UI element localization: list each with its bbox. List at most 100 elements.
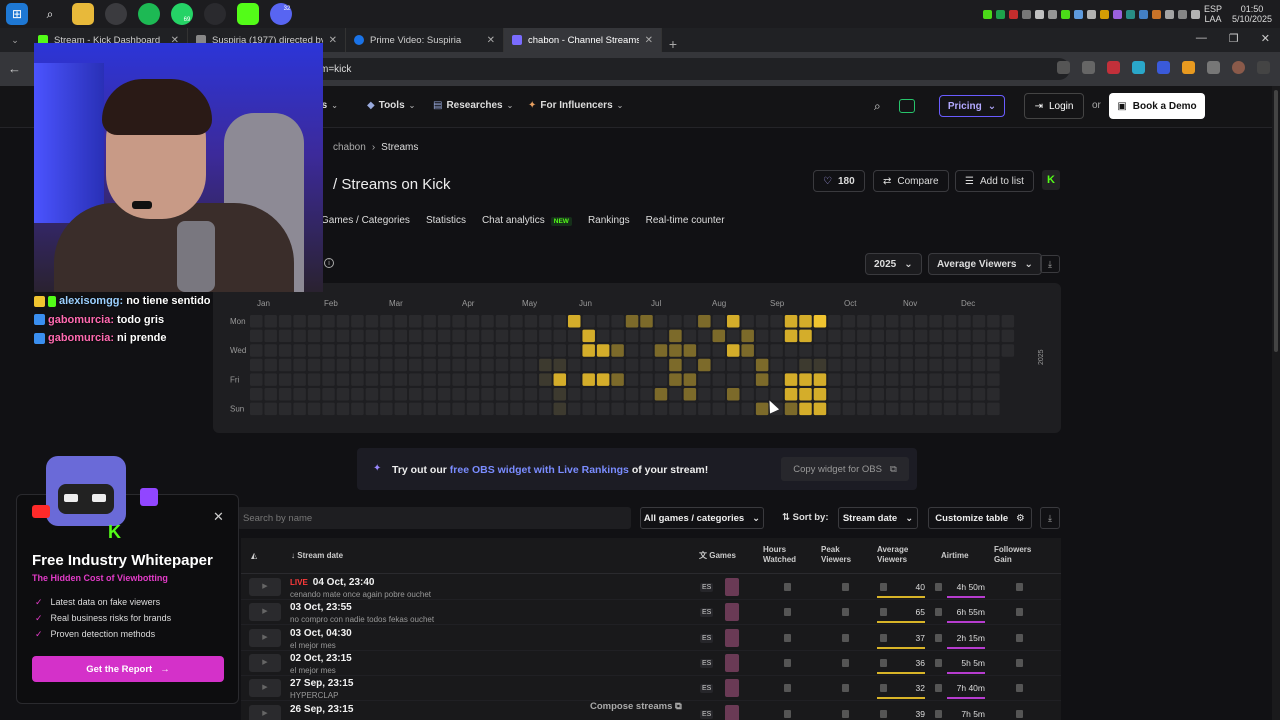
heatmap-cell[interactable] <box>900 315 913 328</box>
heatmap-cell[interactable] <box>654 358 668 372</box>
tray-app-icon[interactable] <box>1138 9 1148 19</box>
heatmap-cell[interactable] <box>567 373 581 386</box>
heatmap-cell[interactable] <box>539 402 552 416</box>
heatmap-cell[interactable] <box>293 402 306 416</box>
heatmap-cell[interactable] <box>799 402 812 416</box>
new-tab-button[interactable]: + <box>662 36 684 52</box>
table-row[interactable]: ▶ 02 Oct, 23:15 el mejor mes ES 36 5h 5m <box>241 651 1061 676</box>
heatmap-cell[interactable] <box>755 344 769 357</box>
table-row[interactable]: ▶ LIVE 04 Oct, 23:40 cenando mate once agai… <box>241 575 1061 600</box>
heatmap-cell[interactable] <box>322 329 335 343</box>
heatmap-cell[interactable] <box>698 388 711 401</box>
heatmap-cell[interactable] <box>611 388 624 401</box>
heatmap-cell[interactable] <box>683 373 697 386</box>
tab-close-icon[interactable]: ✕ <box>487 35 495 46</box>
heatmap-cell[interactable] <box>914 388 928 401</box>
heatmap-cell[interactable] <box>278 315 292 328</box>
heatmap-cell[interactable] <box>958 358 971 372</box>
column-peak-viewers[interactable]: Peak Viewers <box>821 545 857 565</box>
heatmap-cell[interactable] <box>885 315 899 328</box>
whatsapp-icon[interactable]: 69 <box>171 3 193 25</box>
heatmap-cell[interactable] <box>437 373 451 386</box>
heatmap-cell[interactable] <box>452 402 465 416</box>
heatmap-cell[interactable] <box>582 358 595 372</box>
heatmap-cell[interactable] <box>799 373 812 386</box>
heatmap-cell[interactable] <box>524 358 538 372</box>
heatmap-cell[interactable] <box>336 373 350 386</box>
heatmap-cell[interactable] <box>669 402 682 416</box>
heatmap-cell[interactable] <box>510 358 523 372</box>
heatmap-cell[interactable] <box>423 358 436 372</box>
heatmap-cell[interactable] <box>741 373 754 386</box>
tray-discord-icon[interactable] <box>1034 9 1044 19</box>
heatmap-cell[interactable] <box>885 329 899 343</box>
heatmap-cell[interactable] <box>567 315 581 328</box>
column-games[interactable]: 文 Games <box>699 551 736 561</box>
heatmap-cell[interactable] <box>539 358 552 372</box>
heatmap-cell[interactable] <box>394 402 408 416</box>
heatmap-cell[interactable] <box>510 388 523 401</box>
heatmap-cell[interactable] <box>857 358 870 372</box>
search-icon[interactable]: ⌕ <box>874 99 881 114</box>
heatmap-cell[interactable] <box>351 329 364 343</box>
column-followers-gain[interactable]: Followers Gain <box>994 545 1034 565</box>
heatmap-cell[interactable] <box>452 373 465 386</box>
heatmap-cell[interactable] <box>828 402 841 416</box>
heatmap-cell[interactable] <box>293 315 306 328</box>
heatmap-cell[interactable] <box>958 373 971 386</box>
heatmap-cell[interactable] <box>466 315 480 328</box>
heatmap-cell[interactable] <box>307 402 321 416</box>
extension-icon[interactable] <box>1157 61 1170 74</box>
heatmap-cell[interactable] <box>278 388 292 401</box>
heatmap-cell[interactable] <box>987 358 1000 372</box>
heatmap-cell[interactable] <box>943 358 957 372</box>
heatmap-cell[interactable] <box>596 388 610 401</box>
tray-bluetooth-icon[interactable] <box>1021 9 1031 19</box>
heatmap-cell[interactable] <box>394 388 408 401</box>
table-row[interactable]: ▶ 03 Oct, 23:55 no compro con nadie todos … <box>241 600 1061 626</box>
heatmap-cell[interactable] <box>336 388 350 401</box>
heatmap-cell[interactable] <box>842 329 856 343</box>
heatmap-cell[interactable] <box>943 402 957 416</box>
heatmap-cell[interactable] <box>380 373 393 386</box>
heatmap-cell[interactable] <box>380 329 393 343</box>
heatmap-cell[interactable] <box>741 315 754 328</box>
table-row[interactable]: ▶ 03 Oct, 04:30 el mejor mes ES 37 2h 15m <box>241 626 1061 651</box>
heatmap-cell[interactable] <box>582 388 595 401</box>
heatmap-cell[interactable] <box>524 388 538 401</box>
heatmap-cell[interactable] <box>1001 344 1015 357</box>
heatmap-cell[interactable] <box>712 388 726 401</box>
tray-app-icon[interactable] <box>1125 9 1135 19</box>
heatmap-cell[interactable] <box>553 402 567 416</box>
heatmap-cell[interactable] <box>669 373 682 386</box>
heatmap-cell[interactable] <box>698 344 711 357</box>
heatmap-cell[interactable] <box>423 373 436 386</box>
heatmap-cell[interactable] <box>683 402 697 416</box>
maximize-icon[interactable]: ❐ <box>1229 32 1239 45</box>
heatmap-cell[interactable] <box>987 373 1000 386</box>
subnav-chat-analytics[interactable]: Chat analytics NEW <box>482 215 572 226</box>
heatmap-cell[interactable] <box>495 315 509 328</box>
compare-button[interactable]: ⇄ Compare <box>873 170 949 192</box>
tray-network-icon[interactable] <box>1164 9 1174 19</box>
heatmap-cell[interactable] <box>698 329 711 343</box>
subnav-games-categories[interactable]: Games / Categories <box>321 215 410 226</box>
heatmap-cell[interactable] <box>712 344 726 357</box>
heatmap-cell[interactable] <box>307 315 321 328</box>
steam-icon[interactable] <box>204 3 226 25</box>
menu-dots-icon[interactable] <box>1257 61 1270 74</box>
play-icon[interactable]: ▶ <box>249 704 281 720</box>
heatmap-cell[interactable] <box>510 329 523 343</box>
heatmap-cell[interactable] <box>553 344 567 357</box>
heatmap-cell[interactable] <box>842 373 856 386</box>
heatmap-cell[interactable] <box>553 315 567 328</box>
tray-app-icon[interactable] <box>982 9 992 19</box>
heatmap-cell[interactable] <box>611 373 624 386</box>
heatmap-cell[interactable] <box>683 329 697 343</box>
heatmap-cell[interactable] <box>322 344 335 357</box>
tab-search-icon[interactable]: ⌄ <box>0 28 30 52</box>
metric-select[interactable]: Average Viewers ⌄ <box>928 253 1042 275</box>
heatmap-cell[interactable] <box>958 344 971 357</box>
year-select[interactable]: 2025 ⌄ <box>865 253 922 275</box>
heatmap-cell[interactable] <box>987 344 1000 357</box>
